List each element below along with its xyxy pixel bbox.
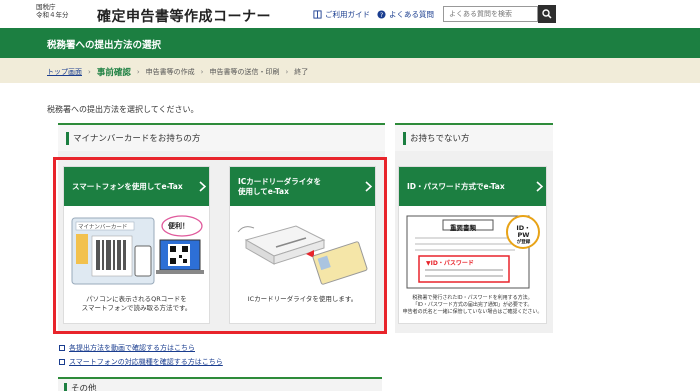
faq-link-label: よくある質問 — [389, 10, 434, 19]
agency-label: 国税庁 令和４年分 — [36, 3, 69, 19]
page-title: 税務署への提出方法の選択 — [47, 40, 162, 51]
id-password-strip: ▼ID・パスワード — [426, 260, 474, 267]
doc-title: 重要書類 — [450, 224, 476, 232]
caption-line: 税務署で発行されたID・パスワードを利用する方法。 — [412, 295, 533, 301]
breadcrumb-separator: › — [136, 68, 140, 76]
search-button[interactable] — [538, 5, 556, 23]
site-header: 国税庁 令和４年分 確定申告書等作成コーナー ご利用ガイド ? よくある質問 — [0, 0, 700, 28]
search-icon — [542, 9, 552, 19]
section-marker — [403, 132, 406, 145]
faq-search-input[interactable] — [443, 6, 538, 22]
section-title: お持ちでない方 — [410, 134, 470, 144]
faq-link[interactable]: ? よくある質問 — [377, 9, 434, 20]
breadcrumb-step-create: 申告書等の作成 — [145, 68, 195, 76]
breadcrumb-step-send: 申告書等の送信・印刷 — [209, 68, 280, 76]
section-marker — [66, 132, 69, 145]
id-password-etax-card: ID・パスワード方式でe-Tax 重要書類 ▼ID・パスワード ID・PW が登… — [398, 166, 547, 324]
id-pw-badge: ID・PW が登録 — [511, 225, 536, 246]
help-links: 各提出方法を動画で確認する方はこちら スマートフォンの対応機種を確認する方はこち… — [59, 341, 223, 369]
guide-link-label: ご利用ガイド — [325, 10, 370, 19]
book-icon — [313, 10, 322, 19]
section-marker — [64, 383, 67, 391]
question-icon: ? — [377, 10, 386, 19]
id-password-etax-caption: 税務署で発行されたID・パスワードを利用する方法。 「ID・パスワード方式の届出… — [399, 295, 546, 316]
svg-text:?: ? — [380, 12, 383, 19]
section-title: その他 — [71, 384, 97, 391]
site-title[interactable]: 確定申告書等作成コーナー — [97, 6, 271, 26]
id-password-illustration: 重要書類 ▼ID・パスワード ID・PW が登録 — [405, 212, 540, 290]
external-link-icon — [59, 359, 65, 365]
breadcrumb: トップ画面 › 事前確認 › 申告書等の作成 › 申告書等の送信・印刷 › 終了 — [0, 58, 700, 83]
breadcrumb-separator: › — [285, 68, 289, 76]
smartphone-models-link-label: スマートフォンの対応機種を確認する方はこちら — [69, 358, 223, 366]
guide-link[interactable]: ご利用ガイド — [313, 9, 370, 20]
video-guide-link[interactable]: 各提出方法を動画で確認する方はこちら — [59, 341, 223, 355]
video-guide-link-label: 各提出方法を動画で確認する方はこちら — [69, 344, 195, 352]
breadcrumb-top-link[interactable]: トップ画面 — [47, 67, 82, 77]
section-title: マイナンバーカードをお持ちの方 — [73, 134, 201, 144]
page-title-band: 税務署への提出方法の選択 — [0, 28, 700, 58]
smartphone-models-link[interactable]: スマートフォンの対応機種を確認する方はこちら — [59, 355, 223, 369]
breadcrumb-step-end: 終了 — [294, 68, 309, 76]
agency-name: 国税庁 — [36, 3, 56, 11]
id-password-etax-button[interactable]: ID・パスワード方式でe-Tax — [399, 167, 546, 206]
section-header-other: その他 — [58, 377, 382, 391]
tax-year: 令和４年分 — [36, 11, 69, 19]
section-header-with-card: マイナンバーカードをお持ちの方 — [58, 123, 385, 151]
external-link-icon — [59, 345, 65, 351]
chevron-right-icon — [532, 167, 546, 206]
section-header-without-card: お持ちでない方 — [395, 123, 553, 151]
instruction-text: 税務署への提出方法を選択してください。 — [47, 105, 199, 114]
badge-text: ID・PW — [516, 224, 531, 239]
breadcrumb-separator: › — [88, 68, 91, 76]
caption-line: 申告者の氏名と一緒に保管していない場合はご確認ください。 — [402, 309, 543, 315]
caption-line: 「ID・パスワード方式の届出完了通知」が必要です。 — [412, 302, 533, 308]
highlight-frame — [53, 157, 387, 334]
id-password-etax-label: ID・パスワード方式でe-Tax — [407, 181, 505, 191]
badge-sub-text: が登録 — [516, 240, 531, 245]
breadcrumb-separator: › — [200, 68, 204, 76]
breadcrumb-current: 事前確認 — [96, 68, 131, 78]
